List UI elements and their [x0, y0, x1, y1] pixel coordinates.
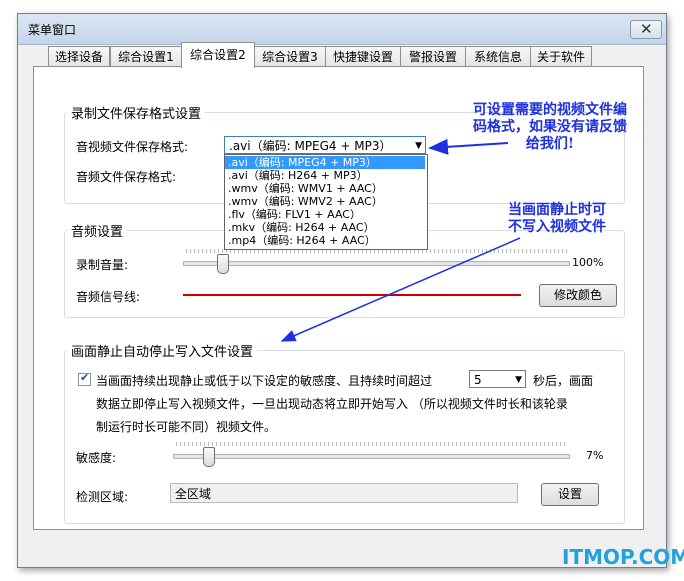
arrow-to-still-group	[280, 237, 521, 342]
annotation-line: 给我们!	[525, 136, 575, 152]
annotation-arrows	[280, 138, 521, 342]
annotation-still-note: 当画面静止时可 不写入视频文件	[482, 202, 632, 236]
annotation-line: 码格式，如果没有请反馈	[473, 119, 627, 135]
annotation-line: 可设置需要的视频文件编	[473, 102, 627, 118]
annotation-format-note: 可设置需要的视频文件编 码格式，如果没有请反馈 给我们!	[445, 102, 655, 153]
annotation-line: 不写入视频文件	[508, 219, 606, 235]
annotation-line: 当画面静止时可	[508, 202, 606, 218]
